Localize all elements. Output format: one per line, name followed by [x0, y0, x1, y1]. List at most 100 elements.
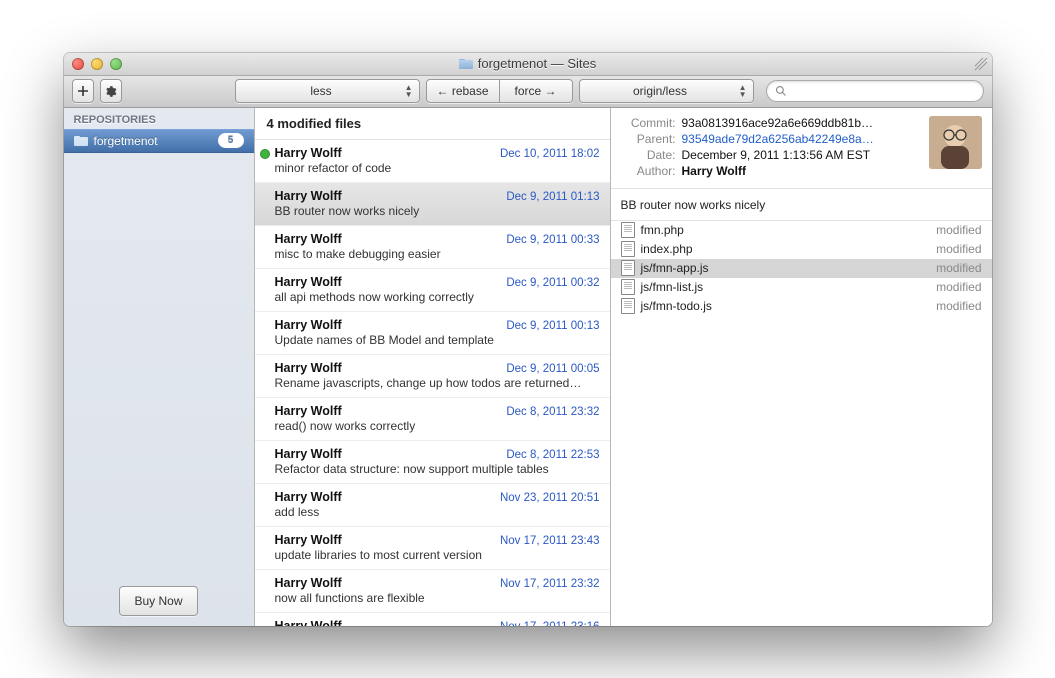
- file-name: fmn.php: [641, 223, 684, 237]
- toolbar: less ▲▼ ← rebase force → origin/less ▲▼: [64, 76, 992, 108]
- close-window-button[interactable]: [72, 58, 84, 70]
- search-field[interactable]: [766, 80, 984, 102]
- commit-date: Dec 10, 2011 18:02: [500, 148, 600, 160]
- buy-now-button[interactable]: Buy Now: [119, 586, 197, 616]
- commit-list[interactable]: Harry WolffDec 10, 2011 18:02minor refac…: [255, 140, 610, 626]
- zoom-window-button[interactable]: [110, 58, 122, 70]
- meta-parent-label: Parent:: [621, 132, 676, 146]
- commit-row[interactable]: Harry Wolff Dec 9, 2011 00:32all api meth…: [255, 269, 610, 312]
- remote-select[interactable]: origin/less ▲▼: [579, 79, 754, 103]
- sidebar: REPOSITORIES forgetmenot 5 Buy Now: [64, 108, 255, 626]
- file-icon: [621, 241, 635, 257]
- branch-select-value: less: [310, 84, 331, 98]
- commit-message: misc to make debugging easier: [275, 247, 600, 261]
- author-avatar: [929, 116, 982, 169]
- file-row[interactable]: js/fmn-todo.js modified: [611, 297, 992, 316]
- meta-commit-label: Commit:: [621, 116, 676, 130]
- commit-author: Harry Wolff: [275, 404, 342, 418]
- rebase-force-segment: ← rebase force →: [426, 79, 573, 103]
- window-title: forgetmenot — Sites: [64, 56, 992, 71]
- settings-button[interactable]: [100, 79, 122, 103]
- commit-author: Harry Wolff: [275, 576, 342, 590]
- commit-meta: Commit: 93a0813916ace92a6e669ddb81b… Pare…: [611, 108, 992, 189]
- commit-date: Nov 17, 2011 23:43: [500, 535, 600, 547]
- file-row[interactable]: index.phpmodified: [611, 240, 992, 259]
- meta-commit-value: 93a0813916ace92a6e669ddb81b…: [682, 116, 919, 130]
- commit-date: Dec 9, 2011 00:33: [506, 234, 599, 246]
- commit-author: Harry Wolff: [275, 146, 342, 160]
- file-row[interactable]: fmn.php modified: [611, 221, 992, 240]
- file-name: js/fmn-app.js: [641, 261, 709, 275]
- commit-row[interactable]: Harry WolffDec 9, 2011 00:05Rename javas…: [255, 355, 610, 398]
- app-window: forgetmenot — Sites less ▲▼ ← rebase for…: [64, 53, 992, 626]
- commit-message: add less: [275, 505, 600, 519]
- commit-date: Nov 23, 2011 20:51: [500, 492, 600, 504]
- rebase-label: ← rebase: [436, 84, 488, 98]
- commit-row[interactable]: Harry WolffDec 8, 2011 23:32read() now w…: [255, 398, 610, 441]
- meta-date-label: Date:: [621, 148, 676, 162]
- force-label: force →: [514, 84, 556, 98]
- commit-message: Rename javascripts, change up how todos …: [275, 376, 600, 390]
- search-icon: [775, 85, 787, 97]
- sidebar-section-header: REPOSITORIES: [64, 108, 254, 129]
- add-button[interactable]: [72, 79, 94, 103]
- commit-date: Dec 9, 2011 01:13: [506, 191, 599, 203]
- commit-list-panel: 4 modified files Harry WolffDec 10, 2011…: [255, 108, 611, 626]
- commit-message: Update names of BB Model and template: [275, 333, 600, 347]
- commit-row[interactable]: Harry Wolff Dec 9, 2011 01:13BB router no…: [255, 183, 610, 226]
- chevron-updown-icon: ▲▼: [739, 84, 747, 98]
- commit-message: Refactor data structure: now support mul…: [275, 462, 600, 476]
- commit-author: Harry Wolff: [275, 619, 342, 626]
- commit-row[interactable]: Harry WolffDec 9, 2011 00:13Update names…: [255, 312, 610, 355]
- search-input[interactable]: [791, 83, 975, 99]
- titlebar: forgetmenot — Sites: [64, 53, 992, 76]
- window-title-text: forgetmenot — Sites: [478, 56, 597, 71]
- commit-row[interactable]: Harry WolffNov 17, 2011 23:43update libr…: [255, 527, 610, 570]
- commit-author: Harry Wolff: [275, 533, 342, 547]
- commit-date: Dec 8, 2011 22:53: [506, 449, 599, 461]
- commit-date: Dec 9, 2011 00:32: [506, 277, 599, 289]
- file-status: modified: [936, 223, 981, 237]
- changes-badge: 5: [218, 133, 244, 148]
- commit-author: Harry Wolff: [275, 490, 342, 504]
- sidebar-item-repo[interactable]: forgetmenot 5: [64, 129, 254, 153]
- branch-select[interactable]: less ▲▼: [235, 79, 420, 103]
- commit-author: Harry Wolff: [275, 189, 342, 203]
- rebase-button[interactable]: ← rebase: [426, 79, 500, 103]
- commit-author: Harry Wolff: [275, 275, 342, 289]
- file-icon: [621, 260, 635, 276]
- commit-date: Dec 8, 2011 23:32: [506, 406, 599, 418]
- folder-icon: [74, 135, 88, 146]
- commit-date: Dec 9, 2011 00:05: [506, 363, 599, 375]
- file-name: js/fmn-todo.js: [641, 299, 712, 313]
- file-icon: [621, 298, 635, 314]
- commit-row[interactable]: Harry WolffDec 9, 2011 00:33misc to make…: [255, 226, 610, 269]
- file-icon: [621, 279, 635, 295]
- buy-now-label: Buy Now: [134, 594, 182, 608]
- commit-author: Harry Wolff: [275, 318, 342, 332]
- minimize-window-button[interactable]: [91, 58, 103, 70]
- commit-author: Harry Wolff: [275, 447, 342, 461]
- folder-icon: [459, 58, 473, 69]
- changed-files-list[interactable]: fmn.phpmodifiedindex.phpmodifiedjs/fmn-a…: [611, 221, 992, 626]
- commit-date: Nov 17, 2011 23:32: [500, 578, 600, 590]
- commit-message: all api methods now working correctly: [275, 290, 600, 304]
- meta-parent-value[interactable]: 93549ade79d2a6256ab42249e8a…: [682, 132, 919, 146]
- force-button[interactable]: force →: [500, 79, 573, 103]
- commit-row[interactable]: Harry WolffNov 17, 2011 23:16make bindPa…: [255, 613, 610, 626]
- meta-author-value: Harry Wolff: [682, 164, 919, 178]
- file-row[interactable]: js/fmn-app.js modified: [611, 259, 992, 278]
- file-status: modified: [936, 299, 981, 313]
- file-row[interactable]: js/fmn-list.jsmodified: [611, 278, 992, 297]
- commit-row[interactable]: Harry WolffDec 10, 2011 18:02minor refac…: [255, 140, 610, 183]
- commit-summary: BB router now works nicely: [611, 189, 992, 221]
- file-name: index.php: [641, 242, 693, 256]
- head-indicator-icon: [261, 150, 269, 158]
- commit-row[interactable]: Harry Wolff Dec 8, 2011 22:53Refactor dat…: [255, 441, 610, 484]
- commit-row[interactable]: Harry Wolff Nov 17, 2011 23:32now all fun…: [255, 570, 610, 613]
- commit-row[interactable]: Harry Wolff Nov 23, 2011 20:51add less: [255, 484, 610, 527]
- commit-message: now all functions are flexible: [275, 591, 600, 605]
- file-status: modified: [936, 261, 981, 275]
- commit-message: BB router now works nicely: [275, 204, 600, 218]
- gear-icon: [104, 85, 117, 98]
